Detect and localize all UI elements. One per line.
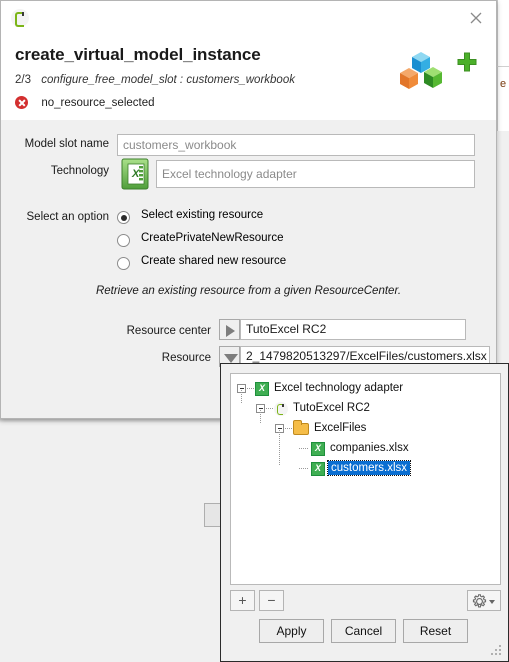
tree-node-label: ExcelFiles bbox=[314, 422, 367, 434]
remove-button[interactable]: − bbox=[259, 590, 284, 611]
triangle-right-icon bbox=[226, 324, 235, 337]
radio-button[interactable] bbox=[117, 257, 130, 270]
option-hint-text: Retrieve an existing resource from a giv… bbox=[95, 285, 402, 297]
settings-menu-button[interactable] bbox=[467, 590, 501, 611]
error-circle-icon bbox=[15, 96, 28, 110]
resource-tree-popup: X Excel technology adapter TutoExcel RC2… bbox=[220, 363, 509, 662]
resource-label: Resource bbox=[161, 352, 211, 364]
error-message-text: no_resource_selected bbox=[41, 96, 155, 109]
tree-toolbar: + − bbox=[230, 590, 501, 612]
tree-connector bbox=[241, 390, 242, 404]
apply-button[interactable]: Apply bbox=[259, 619, 324, 643]
radio-label: CreatePrivateNewResource bbox=[141, 232, 284, 244]
tree-connector bbox=[285, 428, 292, 429]
add-button[interactable]: + bbox=[230, 590, 255, 611]
triangle-down-icon bbox=[224, 353, 238, 363]
tree-connector bbox=[299, 468, 308, 469]
tree-connector bbox=[247, 388, 254, 389]
tree-node-label: companies.xlsx bbox=[330, 442, 409, 454]
resource-center-input[interactable]: TutoExcel RC2 bbox=[240, 319, 466, 340]
excel-icon: X bbox=[311, 462, 325, 476]
tree-connector bbox=[260, 410, 261, 424]
error-message-row: no_resource_selected bbox=[15, 95, 155, 111]
resource-center-icon bbox=[274, 402, 288, 416]
model-cubes-icon bbox=[398, 51, 446, 93]
plus-icon[interactable] bbox=[456, 51, 478, 73]
radio-button[interactable] bbox=[117, 211, 130, 224]
excel-icon: X bbox=[311, 442, 325, 456]
page-title: create_virtual_model_instance bbox=[15, 45, 261, 64]
resize-grip[interactable] bbox=[491, 645, 502, 656]
cancel-button[interactable]: Cancel bbox=[331, 619, 396, 643]
radio-label: Create shared new resource bbox=[141, 255, 287, 267]
chevron-down-icon bbox=[489, 600, 495, 604]
tree-connector bbox=[266, 408, 273, 409]
gear-icon bbox=[472, 594, 487, 608]
tree-node-label: TutoExcel RC2 bbox=[293, 402, 370, 414]
select-option-label: Select an option bbox=[26, 211, 109, 223]
step-indicator: 2/3 configure_free_model_slot : customer… bbox=[15, 74, 295, 86]
radio-label: Select existing resource bbox=[141, 209, 264, 221]
reset-button[interactable]: Reset bbox=[403, 619, 468, 643]
step-number: 2/3 bbox=[15, 74, 31, 86]
radio-button[interactable] bbox=[117, 234, 130, 247]
tree-node-label: Excel technology adapter bbox=[274, 382, 404, 394]
model-slot-name-label: Model slot name bbox=[24, 138, 109, 150]
dialog-header: create_virtual_model_instance 2/3 config… bbox=[1, 35, 496, 121]
tree-connector bbox=[299, 448, 308, 449]
excel-icon: X bbox=[117, 157, 155, 191]
close-icon[interactable] bbox=[464, 6, 488, 30]
folder-icon bbox=[293, 420, 309, 435]
tree-node-label-selected: customers.xlsx bbox=[326, 460, 412, 476]
model-slot-name-input[interactable]: customers_workbook bbox=[117, 134, 475, 156]
resource-center-icon bbox=[11, 9, 29, 27]
technology-input[interactable]: Excel technology adapter bbox=[156, 160, 475, 188]
create-virtual-model-instance-dialog: create_virtual_model_instance 2/3 config… bbox=[0, 0, 497, 527]
svg-text:X: X bbox=[131, 168, 140, 180]
resource-center-expand-button[interactable] bbox=[219, 319, 240, 340]
step-description: configure_free_model_slot : customers_wo… bbox=[41, 74, 295, 86]
resource-center-label: Resource center bbox=[126, 325, 211, 337]
technology-label: Technology bbox=[50, 165, 109, 177]
tree-connector bbox=[279, 430, 280, 466]
excel-icon: X bbox=[255, 382, 269, 396]
background-text-fragment: e bbox=[500, 78, 507, 90]
dialog-titlebar bbox=[1, 1, 496, 35]
resource-tree[interactable]: X Excel technology adapter TutoExcel RC2… bbox=[230, 373, 501, 585]
background-divider bbox=[497, 66, 509, 67]
